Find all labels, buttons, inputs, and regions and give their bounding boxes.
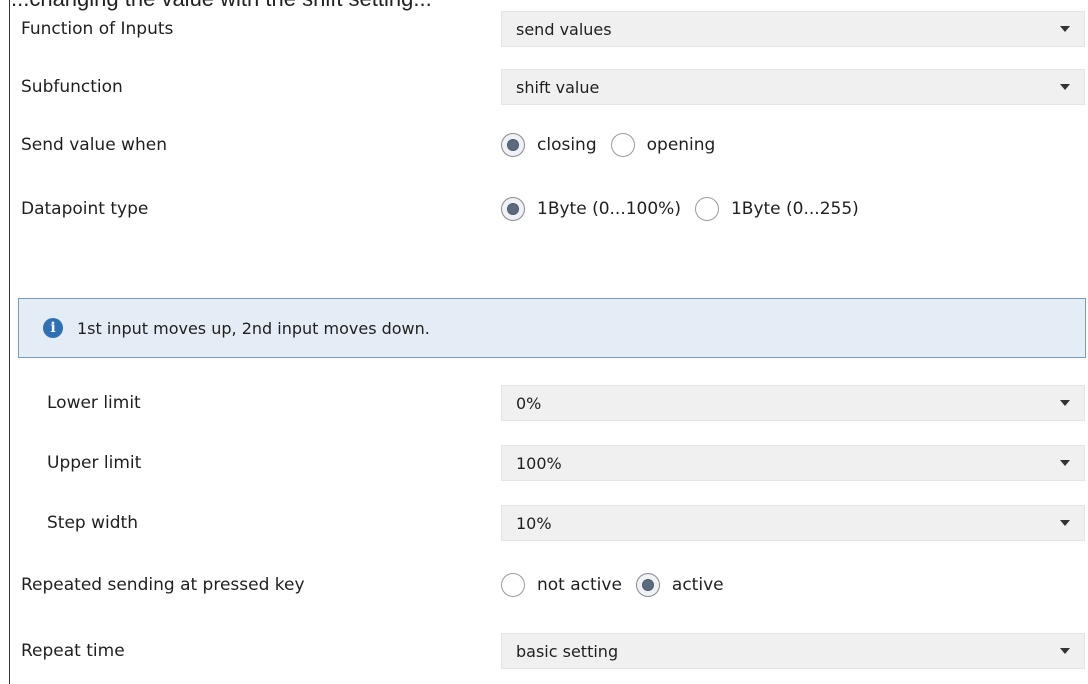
radio-active[interactable]: active: [635, 573, 724, 597]
repeat-time-label: Repeat time: [21, 641, 125, 661]
datapoint-type-label: Datapoint type: [21, 199, 149, 219]
send-value-when-radio-group: closing opening: [501, 116, 729, 174]
function-of-inputs-value: send values: [516, 19, 612, 39]
step-width-value: 10%: [516, 513, 552, 533]
radio-checked-icon: [635, 573, 660, 597]
radio-active-label: active: [671, 575, 724, 595]
step-width-select[interactable]: 10%: [501, 505, 1085, 541]
radio-unchecked-icon: [694, 197, 719, 221]
radio-unchecked-icon: [610, 133, 635, 157]
row-repeated-sending: Repeated sending at pressed key not acti…: [10, 556, 1088, 614]
repeat-time-value: basic setting: [516, 641, 619, 661]
chevron-down-icon: [1060, 520, 1070, 526]
radio-1byte-percent-label: 1Byte (0...100%): [537, 199, 681, 219]
repeated-sending-radio-group: not active active: [501, 556, 738, 614]
radio-not-active[interactable]: not active: [501, 573, 622, 597]
subfunction-value: shift value: [516, 77, 600, 97]
subfunction-select[interactable]: shift value: [501, 69, 1085, 105]
row-repeat-time: Repeat time basic setting: [10, 622, 1088, 680]
row-datapoint-type: Datapoint type 1Byte (0...100%) 1Byte (0…: [10, 180, 1088, 238]
radio-checked-icon: [501, 133, 525, 157]
upper-limit-value: 100%: [516, 453, 562, 473]
step-width-label: Step width: [47, 513, 138, 533]
info-banner: i 1st input moves up, 2nd input moves do…: [18, 298, 1086, 358]
radio-unchecked-icon: [501, 573, 525, 597]
chevron-down-icon: [1060, 84, 1070, 90]
upper-limit-label: Upper limit: [47, 453, 142, 473]
parameter-panel: Function of Inputs send values Subfuncti…: [9, 0, 1088, 684]
function-of-inputs-select[interactable]: send values: [501, 11, 1085, 47]
datapoint-type-radio-group: 1Byte (0...100%) 1Byte (0...255): [501, 180, 873, 238]
radio-1byte-255-label: 1Byte (0...255): [730, 199, 859, 219]
radio-1byte-percent[interactable]: 1Byte (0...100%): [501, 197, 681, 221]
info-icon: i: [43, 318, 63, 338]
upper-limit-select[interactable]: 100%: [501, 445, 1085, 481]
info-banner-text: 1st input moves up, 2nd input moves down…: [77, 318, 430, 338]
repeated-sending-label: Repeated sending at pressed key: [21, 575, 305, 595]
row-upper-limit: Upper limit 100%: [10, 434, 1088, 492]
chevron-down-icon: [1060, 648, 1070, 654]
repeat-time-select[interactable]: basic setting: [501, 633, 1085, 669]
radio-not-active-label: not active: [537, 575, 622, 595]
radio-closing-label: closing: [537, 135, 597, 155]
radio-1byte-255[interactable]: 1Byte (0...255): [694, 197, 859, 221]
chevron-down-icon: [1060, 460, 1070, 466]
chevron-down-icon: [1060, 400, 1070, 406]
row-send-value-when: Send value when closing opening: [10, 116, 1088, 174]
chevron-down-icon: [1060, 26, 1070, 32]
send-value-when-label: Send value when: [21, 135, 167, 155]
row-function-of-inputs: Function of Inputs send values: [10, 0, 1088, 58]
row-lower-limit: Lower limit 0%: [10, 374, 1088, 432]
lower-limit-label: Lower limit: [47, 393, 141, 413]
lower-limit-select[interactable]: 0%: [501, 385, 1085, 421]
radio-closing[interactable]: closing: [501, 133, 597, 157]
lower-limit-value: 0%: [516, 393, 542, 413]
radio-opening[interactable]: opening: [610, 133, 716, 157]
function-of-inputs-label: Function of Inputs: [21, 19, 174, 39]
row-step-width: Step width 10%: [10, 494, 1088, 552]
radio-checked-icon: [501, 197, 525, 221]
subfunction-label: Subfunction: [21, 77, 123, 97]
row-subfunction: Subfunction shift value: [10, 58, 1088, 116]
radio-opening-label: opening: [646, 135, 716, 155]
